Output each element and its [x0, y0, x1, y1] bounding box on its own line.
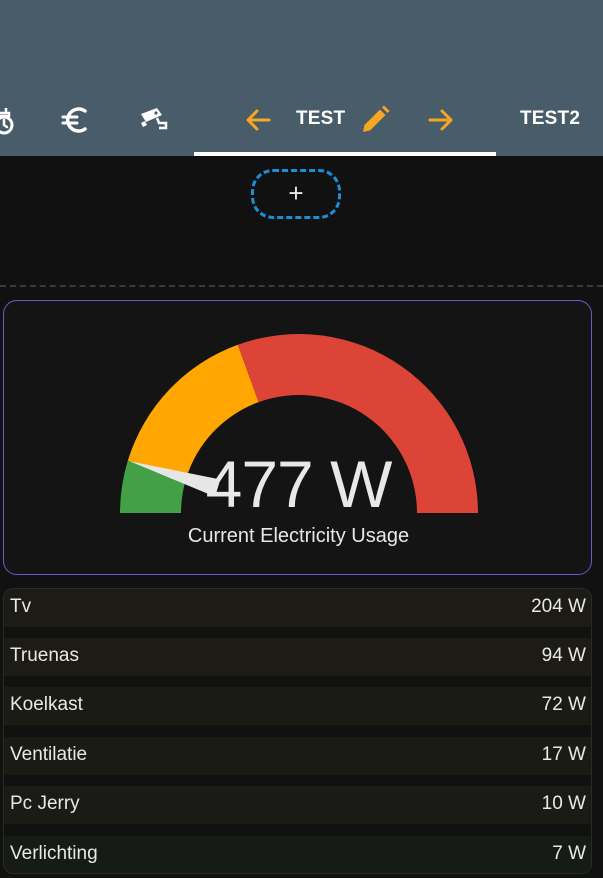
list-item[interactable]: Truenas 94 W	[4, 638, 591, 676]
pencil-icon[interactable]	[358, 103, 392, 137]
tab-test2[interactable]: TEST2	[520, 108, 580, 130]
active-tab-indicator	[194, 152, 496, 156]
device-name: Pc Jerry	[10, 793, 80, 814]
arrow-left-icon[interactable]	[241, 103, 275, 137]
device-name: Ventilatie	[10, 744, 88, 765]
device-power: 10 W	[541, 793, 586, 814]
gauge-value: 477 W	[205, 447, 393, 521]
device-name: Tv	[10, 596, 32, 617]
power-usage-list: Tv 204 W Truenas 94 W Koelkast 72 W Vent…	[3, 588, 592, 874]
euro-icon[interactable]	[58, 103, 92, 137]
arrow-right-icon[interactable]	[424, 103, 458, 137]
device-name: Koelkast	[10, 694, 83, 715]
section-divider	[0, 285, 603, 287]
device-power: 204 W	[531, 596, 586, 617]
device-name: Verlichting	[10, 843, 98, 864]
clock-plug-icon[interactable]	[0, 103, 18, 137]
list-item[interactable]: Pc Jerry 10 W	[4, 786, 591, 824]
list-item[interactable]: Verlichting 7 W	[4, 836, 591, 873]
device-power: 7 W	[552, 843, 586, 864]
device-power: 17 W	[541, 744, 586, 765]
tab-test-label[interactable]: TEST	[296, 108, 345, 130]
add-card-button[interactable]: +	[251, 169, 341, 219]
gauge-card[interactable]: 477 W Current Electricity Usage	[3, 300, 592, 575]
gauge-title: Current Electricity Usage	[187, 525, 410, 547]
device-power: 94 W	[541, 645, 586, 666]
device-name: Truenas	[10, 645, 79, 666]
view-tab-bar: TEST TEST2	[0, 92, 603, 148]
list-item[interactable]: Ventilatie 17 W	[4, 737, 591, 775]
device-power: 72 W	[541, 694, 586, 715]
list-item[interactable]: Tv 204 W	[4, 589, 591, 627]
cctv-camera-icon[interactable]	[135, 103, 169, 137]
list-item[interactable]: Koelkast 72 W	[4, 687, 591, 725]
